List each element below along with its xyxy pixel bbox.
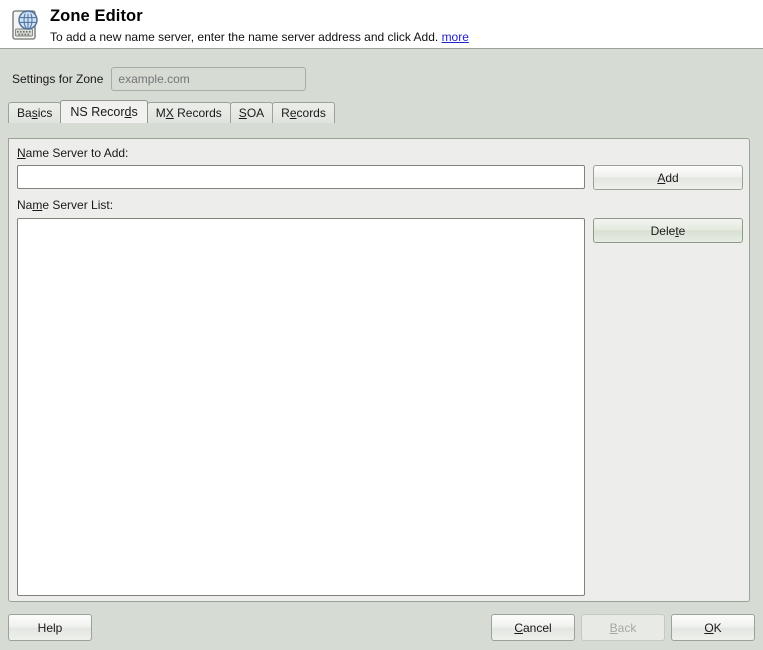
dialog-header: Zone Editor To add a new name server, en… [0, 0, 763, 49]
subtitle-text: To add a new name server, enter the name… [50, 30, 439, 44]
page-subtitle: To add a new name server, enter the name… [50, 29, 469, 45]
ok-button[interactable]: OK [671, 614, 755, 641]
more-link[interactable]: more [442, 30, 469, 44]
tab-soa[interactable]: SOA [229, 102, 274, 123]
page-title: Zone Editor [50, 7, 143, 25]
tab-mx-records[interactable]: MX Records [146, 102, 231, 123]
dialog-footer: Help Cancel Back OK [0, 606, 763, 650]
dns-zone-icon [8, 7, 44, 45]
zone-name-input[interactable] [111, 67, 307, 91]
ns-records-tab-panel: Name Server to Add: Add Name Server List… [8, 138, 750, 602]
zone-label: Settings for Zone [12, 72, 104, 86]
tab-records[interactable]: Records [272, 102, 335, 123]
name-server-to-add-input[interactable] [17, 165, 585, 189]
name-server-to-add-label: Name Server to Add: [17, 146, 129, 160]
tab-basics[interactable]: Basics [8, 102, 62, 123]
help-button[interactable]: Help [8, 614, 92, 641]
zone-settings-row: Settings for Zone [0, 49, 763, 93]
tab-bar: Basics NS Records MX Records SOA Records [0, 100, 763, 123]
name-server-list-label: Name Server List: [17, 198, 114, 212]
add-button[interactable]: Add [593, 165, 743, 190]
back-button: Back [581, 614, 665, 641]
cancel-button[interactable]: Cancel [491, 614, 575, 641]
tab-ns-records[interactable]: NS Records [60, 100, 148, 123]
header-text-block: Zone Editor To add a new name server, en… [50, 5, 469, 45]
name-server-list[interactable] [17, 218, 585, 596]
delete-button[interactable]: Delete [593, 218, 743, 243]
